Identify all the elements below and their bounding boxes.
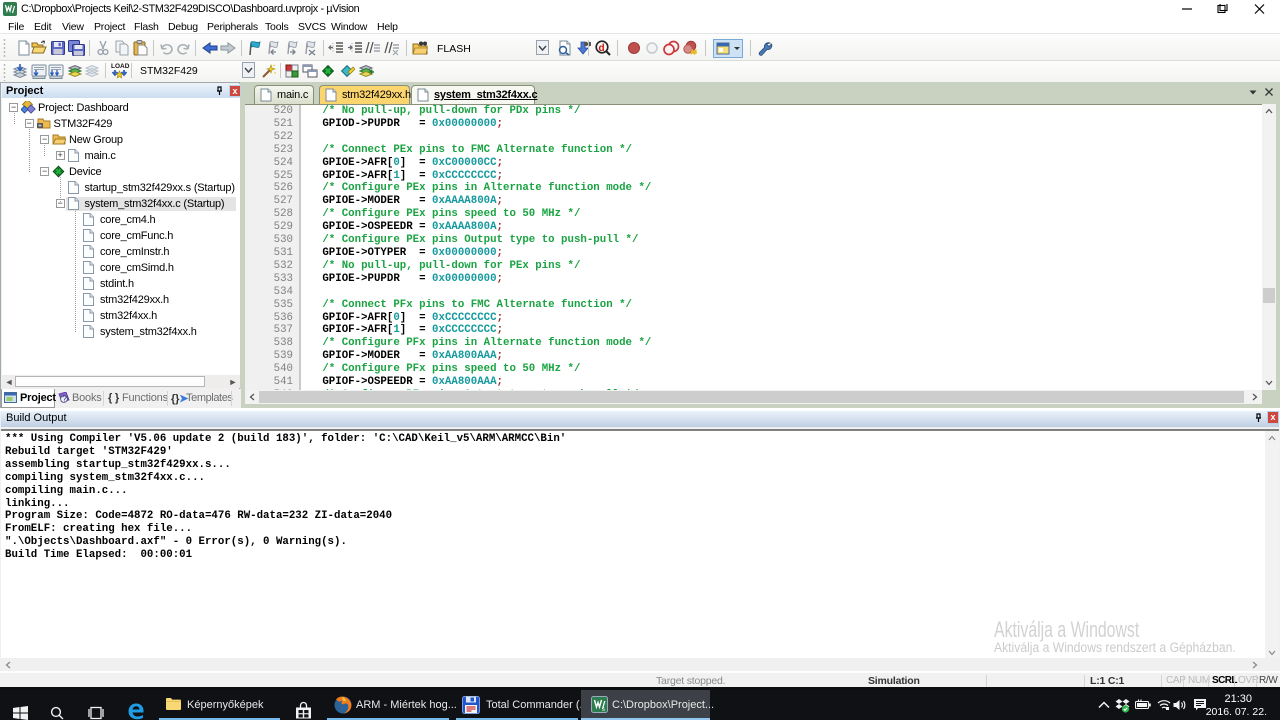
svg-text:LOAD: LOAD (111, 63, 130, 70)
svg-text:?: ? (62, 395, 67, 404)
svg-text:s: s (602, 707, 605, 713)
